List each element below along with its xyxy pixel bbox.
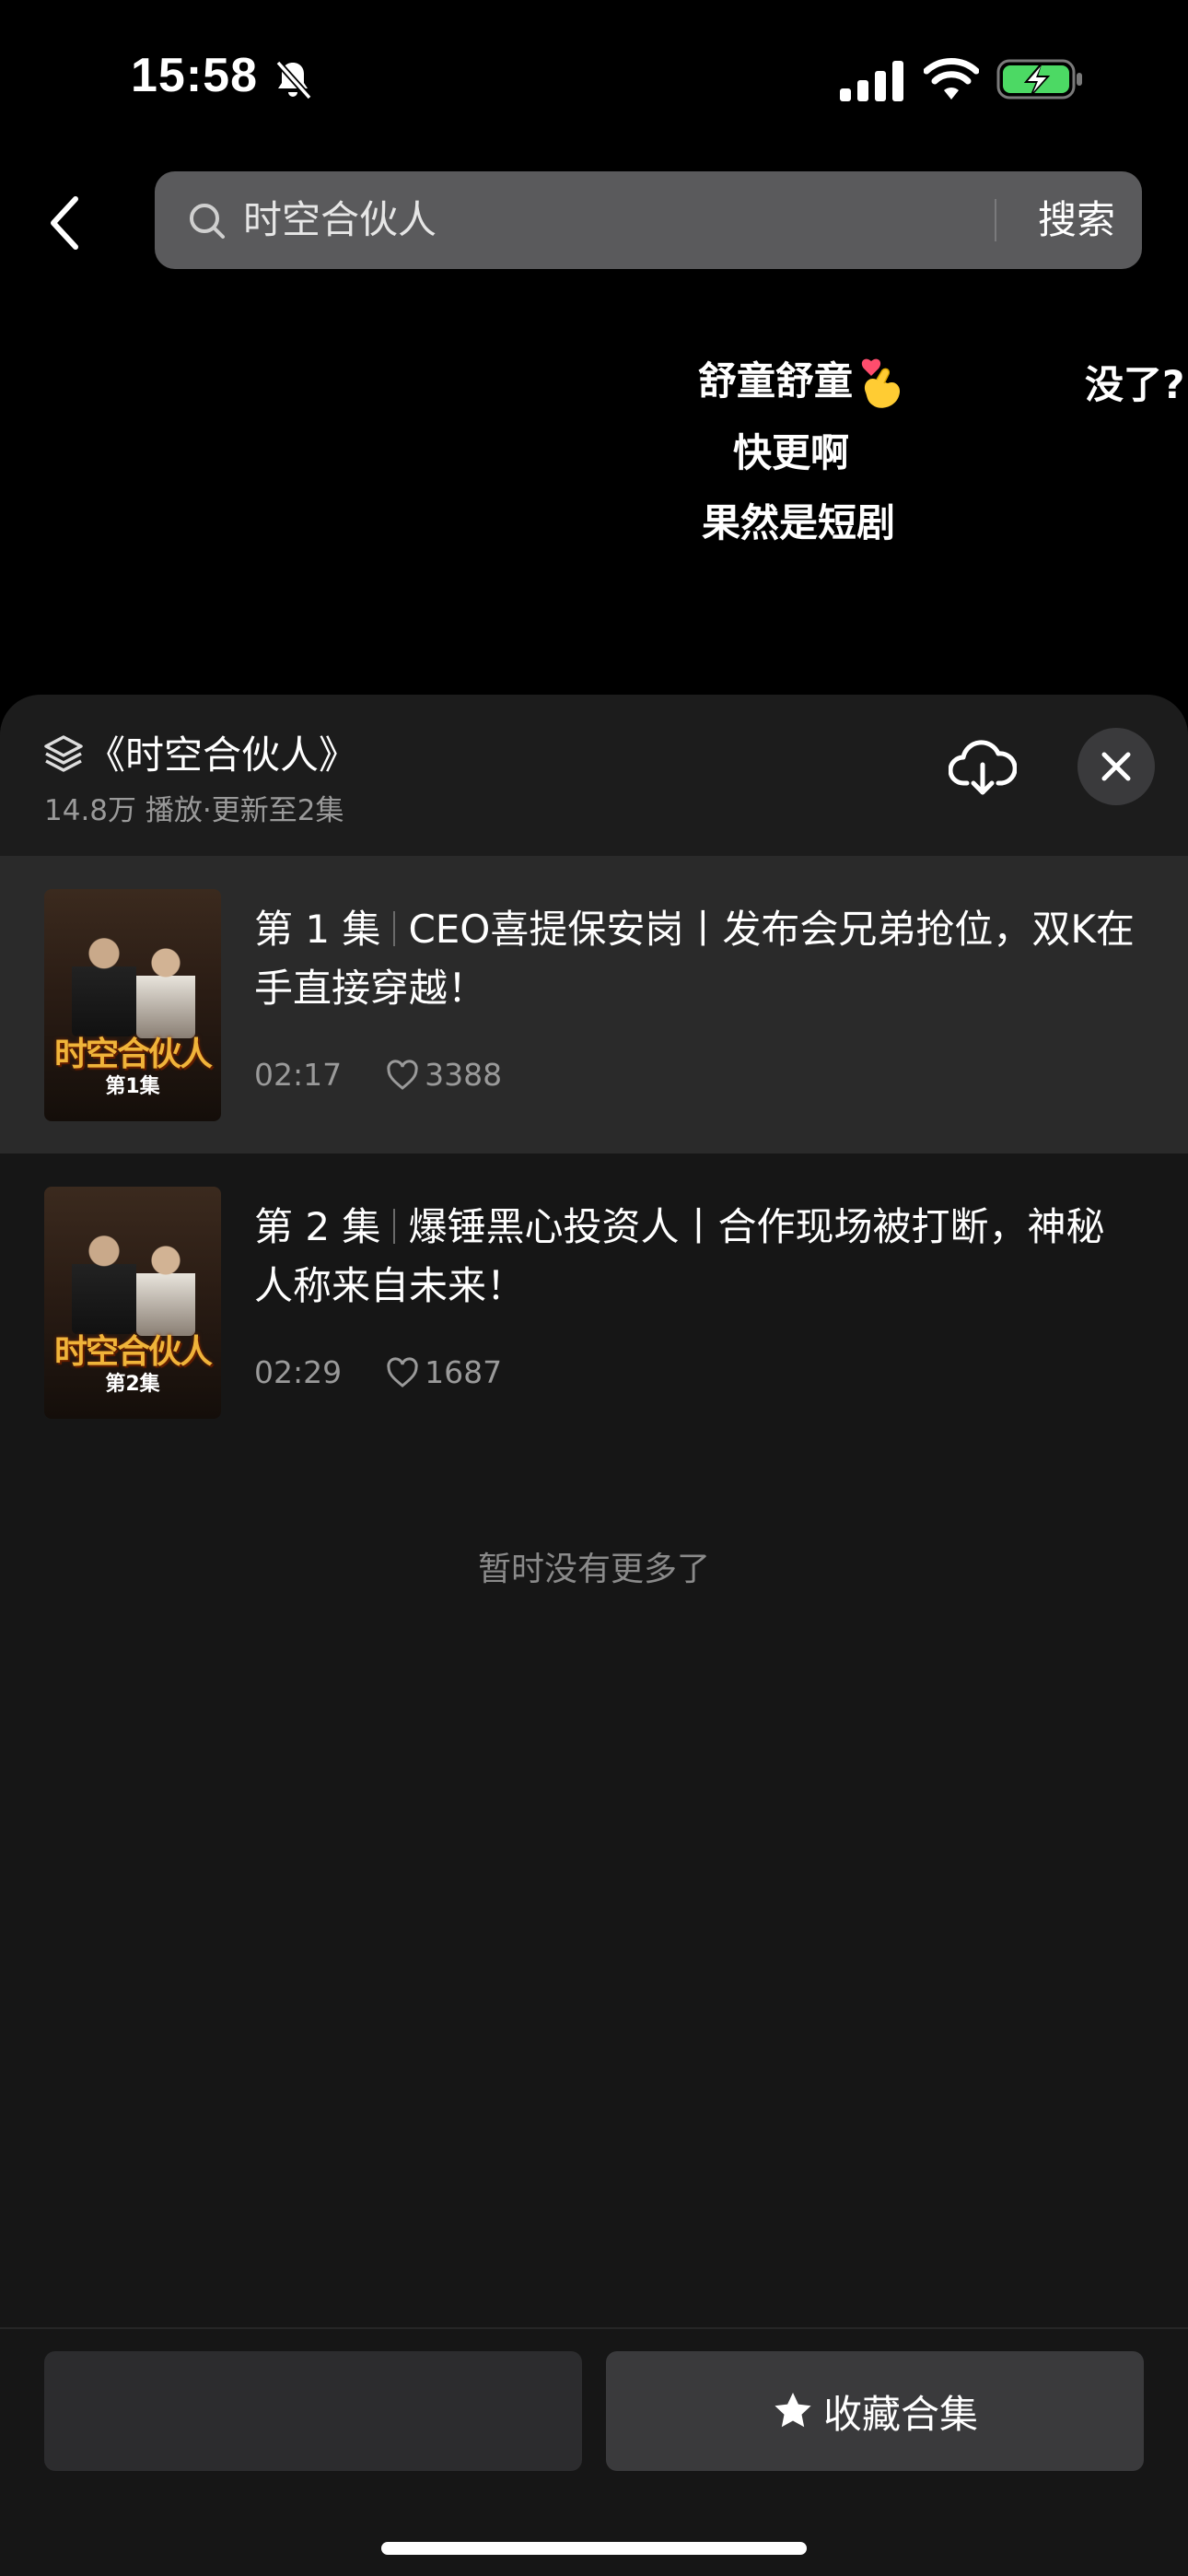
episode-thumbnail: 时空合伙人 第2集 — [44, 1187, 221, 1419]
chevron-left-icon — [51, 196, 78, 250]
danmaku-comment: 舒童舒童 — [698, 350, 906, 413]
danmaku-comment: 没了? — [1085, 362, 1185, 407]
heart-icon — [387, 1059, 418, 1090]
episode-meta: 02:17 3388 — [254, 1057, 502, 1093]
episode-number: 第 2 集 — [254, 1204, 381, 1249]
episode-title: 第 1 集 CEO喜提保安岗丨发布会兄弟抢位，双K在手直接穿越！ — [254, 900, 1138, 1018]
danmaku-comment: 果然是短剧 — [702, 500, 896, 545]
episode-title-text: CEO喜提保安岗丨发布会兄弟抢位，双K在手直接穿越！ — [254, 907, 1135, 1011]
thumbnail-title: 时空合伙人 — [53, 1333, 213, 1371]
episode-likes: 3388 — [386, 1057, 502, 1093]
close-icon — [1101, 752, 1131, 781]
battery-charging-icon — [996, 59, 1082, 100]
bell-slash-icon — [275, 60, 312, 100]
episode-meta: 02:29 1687 — [254, 1354, 502, 1390]
episode-like-count: 3388 — [425, 1057, 503, 1093]
status-bar: 15:58 — [0, 0, 1188, 157]
bottom-divider — [0, 2327, 1188, 2329]
star-icon — [775, 2393, 811, 2428]
home-indicator[interactable] — [381, 2542, 807, 2555]
danmaku-comment: 快更啊 — [733, 430, 850, 475]
heart-icon — [387, 1356, 418, 1388]
search-divider — [995, 199, 996, 241]
episode-duration: 02:29 — [254, 1354, 343, 1390]
favorite-collection-button[interactable]: 收藏合集 — [606, 2351, 1144, 2471]
collection-sheet: 《时空合伙人》 14.8万 播放·更新至2集 时空合伙人 第1集 第 1 集 CE… — [0, 695, 1188, 2576]
no-more-text: 暂时没有更多了 — [477, 1551, 710, 1588]
back-button[interactable] — [37, 184, 92, 262]
episode-number: 第 1 集 — [254, 907, 381, 952]
search-icon — [190, 204, 225, 239]
episode-separator — [393, 1209, 396, 1244]
danmaku-text: 舒童舒童 — [698, 358, 854, 404]
cellular-signal-icon — [840, 61, 903, 101]
episode-like-count: 1687 — [425, 1354, 503, 1390]
episode-title: 第 2 集爆锤黑心投资人丨合作现场被打断，神秘人称来自未来！ — [254, 1198, 1138, 1316]
thumbnail-title: 时空合伙人 — [53, 1036, 213, 1073]
episode-likes: 1687 — [386, 1354, 502, 1390]
episode-duration: 02:17 — [254, 1057, 343, 1093]
search-input[interactable]: 时空合伙人 — [243, 171, 437, 269]
collection-subtitle: 14.8万 播放·更新至2集 — [44, 794, 344, 827]
sheet-header: 《时空合伙人》 14.8万 播放·更新至2集 — [0, 695, 1188, 856]
finger-heart-emoji-icon — [861, 358, 901, 408]
wifi-icon — [924, 58, 979, 100]
thumbnail-episode-label: 第1集 — [105, 1075, 160, 1098]
collection-title: 《时空合伙人》 — [87, 732, 358, 778]
episode-row-1[interactable]: 时空合伙人 第1集 第 1 集 CEO喜提保安岗丨发布会兄弟抢位，双K在手直接穿越… — [0, 856, 1188, 1153]
favorite-collection-label: 收藏合集 — [822, 2391, 978, 2437]
layers-icon — [44, 735, 83, 772]
search-bar[interactable]: 时空合伙人 搜索 — [155, 171, 1142, 269]
thumbnail-episode-label: 第2集 — [105, 1373, 160, 1396]
episode-title-text: 爆锤黑心投资人丨合作现场被打断，神秘人称来自未来！ — [254, 1204, 1105, 1308]
search-button[interactable]: 搜索 — [1011, 171, 1142, 269]
disabled-action-button[interactable] — [44, 2351, 582, 2471]
close-button[interactable] — [1077, 728, 1155, 805]
episode-row-2[interactable]: 时空合伙人 第2集 第 2 集爆锤黑心投资人丨合作现场被打断，神秘人称来自未来！… — [0, 1153, 1188, 1451]
episode-thumbnail: 时空合伙人 第1集 — [44, 889, 221, 1121]
cloud-download-icon[interactable] — [949, 737, 1017, 802]
episode-separator — [393, 911, 396, 946]
status-time: 15:58 — [131, 49, 258, 102]
